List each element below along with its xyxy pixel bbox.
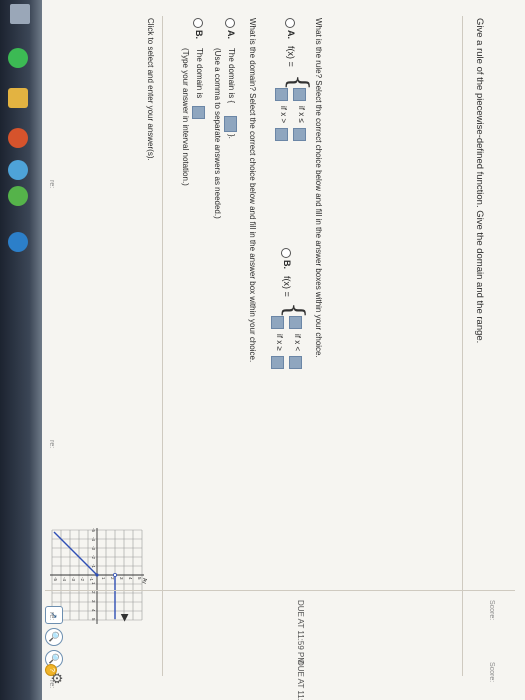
domain-a-hint: (Use a comma to separate answers as need…: [213, 48, 222, 219]
footer-instruction: Click to select and enter your answer(s)…: [146, 18, 155, 161]
score-label-2: Score:: [488, 662, 495, 683]
app-icon[interactable]: [8, 128, 28, 148]
x-tick: 2: [91, 591, 96, 594]
y-tick: -1: [89, 577, 94, 581]
y-tick: 1: [101, 577, 106, 580]
choice-a-bound2-box[interactable]: [275, 128, 288, 141]
choice-a-radio[interactable]: [285, 18, 295, 28]
graph-endpoint-closed: [95, 573, 99, 577]
domain-b-text: The domain is: [195, 48, 204, 99]
choice-a-cond1: if x ≤: [297, 106, 306, 123]
choice-a-expr2-box[interactable]: [275, 88, 288, 101]
rule-prompt: What is the rule? Select the correct cho…: [314, 18, 323, 358]
due-date-2: DUE AT 11:59 PM: [296, 660, 305, 700]
x-tick: 4: [91, 609, 96, 612]
folder-icon[interactable]: [8, 88, 28, 108]
choice-b-letter: B.: [282, 260, 292, 269]
choice-b-expr1-box[interactable]: [289, 316, 302, 329]
desktop-dock: [0, 0, 42, 700]
app-icon[interactable]: [8, 186, 28, 206]
choice-a-cond2: if x >: [279, 106, 288, 124]
y-tick: -4: [62, 577, 67, 581]
domain-b-radio[interactable]: [193, 18, 203, 28]
side-label: re:: [48, 180, 55, 189]
x-tick: 1: [91, 582, 96, 585]
x-tick: 3: [91, 600, 96, 603]
domain-prompt: What is the domain? Select the correct c…: [248, 18, 257, 363]
question-panel: Give a rule of the piecewise-defined fun…: [42, 0, 525, 700]
domain-a-radio[interactable]: [225, 18, 235, 28]
screen-area: Give a rule of the piecewise-defined fun…: [42, 0, 525, 700]
side-label: re:: [48, 440, 55, 449]
domain-a-answer-box[interactable]: [224, 116, 237, 132]
choice-b-expr2-box[interactable]: [271, 316, 284, 329]
browser-icon[interactable]: [8, 48, 28, 68]
x-tick: -5: [91, 528, 96, 532]
y-tick: -5: [53, 577, 58, 581]
choice-b-bound1-box[interactable]: [289, 356, 302, 369]
choice-a-bound1-box[interactable]: [293, 128, 306, 141]
x-tick: -4: [91, 537, 96, 541]
next-arrow-icon[interactable]: ▶: [119, 614, 130, 622]
divider: [45, 590, 515, 591]
y-tick: -2: [80, 577, 85, 581]
y-tick: -3: [71, 577, 76, 581]
choice-a-lhs: f(x) =: [286, 46, 296, 67]
choice-b-cond2: if x ≥: [275, 334, 284, 351]
domain-b-letter: B.: [194, 30, 204, 39]
y-tick: 3: [119, 577, 124, 580]
app-icon[interactable]: [8, 160, 28, 180]
domain-a-text: The domain is {: [227, 48, 236, 104]
choice-a-expr1-box[interactable]: [293, 88, 306, 101]
choice-b-radio[interactable]: [281, 248, 291, 258]
divider: [162, 16, 163, 676]
choice-b-bound2-box[interactable]: [271, 356, 284, 369]
x-tick: -3: [91, 546, 96, 550]
choice-b-cond1: if x <: [293, 334, 302, 352]
domain-a-letter: A.: [226, 30, 236, 39]
domain-a-close: }.: [227, 134, 236, 139]
score-label-1: Score:: [488, 600, 495, 621]
app-icon[interactable]: [8, 232, 28, 252]
x-tick: -2: [91, 555, 96, 559]
choice-b-lhs: f(x) =: [282, 276, 292, 297]
side-label: re:: [48, 612, 55, 621]
y-tick: 4: [128, 577, 133, 580]
question-prompt: Give a rule of the piecewise-defined fun…: [474, 18, 485, 344]
due-date-1: DUE AT 11:59 PM: [296, 600, 305, 665]
y-tick: 2: [110, 577, 115, 580]
divider: [462, 16, 463, 676]
start-icon[interactable]: [10, 4, 30, 24]
help-icon[interactable]: ?: [45, 664, 57, 676]
x-tick: 5: [91, 618, 96, 621]
choice-a-letter: A.: [286, 30, 296, 39]
side-label: re:: [48, 680, 55, 689]
domain-b-hint: (Type your answer in interval notation.): [181, 48, 190, 186]
x-tick: -1: [91, 564, 96, 568]
domain-b-answer-box[interactable]: [192, 106, 205, 119]
zoom-out-icon[interactable]: 🔍: [45, 628, 63, 646]
